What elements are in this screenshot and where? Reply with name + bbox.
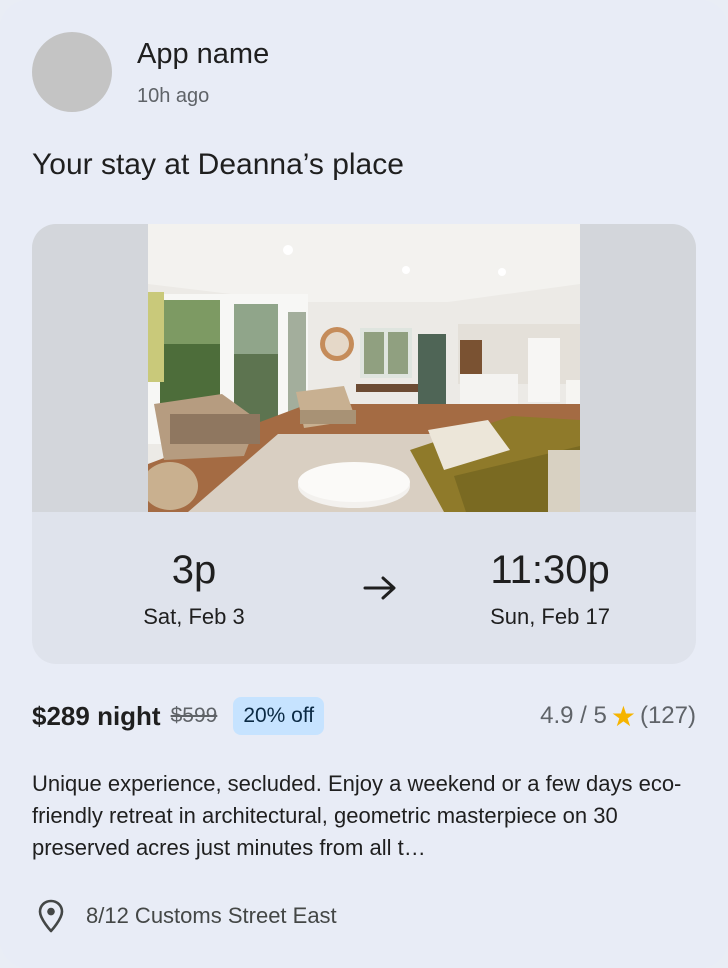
checkin-time: 3p: [171, 548, 217, 592]
timestamp: 10h ago: [137, 85, 210, 107]
card-title: Your stay at Deanna’s place: [32, 148, 404, 181]
original-price: $599: [170, 704, 218, 727]
checkout-block: 11:30p Sun, Feb 17: [450, 548, 650, 630]
checkin-date: Sat, Feb 3: [143, 604, 245, 629]
app-name: App name: [137, 38, 270, 70]
rating-score: 4.9 / 5: [540, 702, 607, 729]
arrow-right-icon: [363, 576, 396, 600]
address: 8/12 Customs Street East: [86, 903, 337, 928]
location-row[interactable]: 8/12 Customs Street East: [36, 898, 337, 934]
living-room-photo[interactable]: [148, 224, 580, 512]
rating: 4.9 / 5 ★ (127): [540, 696, 696, 736]
star-icon: ★: [610, 700, 636, 732]
discount-badge: 20% off: [233, 697, 325, 735]
map-pin-icon: [38, 899, 64, 933]
stay-media[interactable]: 3p Sat, Feb 3 11:30p Sun, Feb 17: [32, 224, 696, 664]
stay-times: 3p Sat, Feb 3 11:30p Sun, Feb 17: [32, 512, 696, 664]
description: Unique experience, secluded. Enjoy a wee…: [32, 771, 682, 860]
nightly-price: $289 night: [32, 700, 161, 731]
review-count: (127): [639, 702, 696, 729]
checkout-time: 11:30p: [490, 548, 610, 592]
checkin-block: 3p Sat, Feb 3: [94, 548, 294, 630]
avatar: [32, 32, 112, 112]
stay-card[interactable]: App name 10h ago Your stay at Deanna’s p…: [0, 0, 728, 968]
checkout-date: Sun, Feb 17: [490, 604, 610, 629]
pricing-row: $289 night $599 20% off: [32, 696, 325, 736]
